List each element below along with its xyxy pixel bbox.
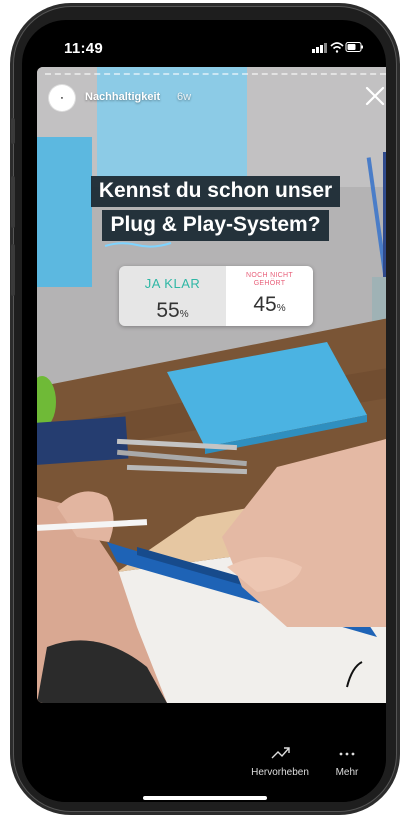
story-bottom-bar: Hervorheben Mehr	[22, 703, 386, 802]
status-time: 11:49	[64, 40, 104, 57]
wifi-icon	[330, 42, 344, 53]
trending-arrow-icon	[271, 747, 290, 759]
status-icons	[312, 42, 363, 53]
highlight-button[interactable]: Hervorheben	[245, 743, 315, 778]
highlight-label: Hervorheben	[251, 767, 309, 778]
story-photo	[37, 67, 386, 703]
more-label: Mehr	[335, 767, 359, 778]
poll-option-no-label: NOCH NICHT GEHÖRT	[246, 272, 293, 287]
more-dots-icon	[339, 752, 355, 756]
poll-option-yes-label: JA KLAR	[144, 276, 201, 291]
story-headline-line1: Kennst du schon unser	[37, 176, 386, 207]
signal-icon	[312, 43, 327, 53]
story-progress-bar	[45, 73, 386, 77]
account-avatar[interactable]: ●	[49, 85, 75, 111]
battery-icon	[345, 42, 363, 52]
volume-down-button	[11, 244, 15, 296]
phone-screen: 11:49 ● Nachhaltigkeit 6w Kennst du scho…	[22, 20, 386, 802]
poll-sticker[interactable]: JA KLAR 55% NOCH NICHT GEHÖRT 45%	[119, 266, 313, 326]
story-headline-line2: Plug & Play-System?	[37, 210, 386, 241]
account-name[interactable]: Nachhaltigkeit	[85, 91, 160, 103]
poll-option-no[interactable]: NOCH NICHT GEHÖRT 45%	[226, 266, 313, 326]
more-button[interactable]: Mehr	[327, 743, 367, 778]
story-age: 6w	[177, 91, 192, 103]
volume-up-button	[11, 176, 15, 228]
poll-option-yes-percent: 55%	[156, 299, 189, 322]
status-bar: 11:49	[22, 20, 386, 70]
story-view[interactable]: ● Nachhaltigkeit 6w Kennst du schon unse…	[37, 67, 386, 703]
mute-switch	[11, 118, 15, 144]
home-indicator[interactable]	[143, 796, 267, 800]
headline-underline-squiggle	[104, 242, 172, 248]
close-icon[interactable]	[364, 85, 386, 107]
poll-option-no-percent: 45%	[253, 293, 286, 316]
poll-option-yes[interactable]: JA KLAR 55%	[119, 266, 226, 326]
